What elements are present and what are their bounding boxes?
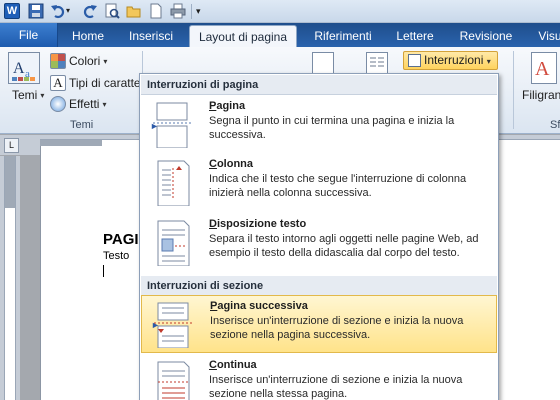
menu-item-description: Inserisce un'interruzione di sezione e i… [209,374,463,400]
svg-text:A: A [535,58,550,80]
watermark-button[interactable]: Filigran [522,88,560,102]
svg-text:A: A [13,60,25,77]
tab-visualizza[interactable]: Visu [530,25,560,47]
undo-icon[interactable] [50,3,66,19]
vertical-ruler[interactable] [0,156,20,400]
colors-button[interactable]: Colori ▾ [50,53,107,69]
tab-lettere[interactable]: Lettere [389,25,441,47]
tab-layout-di-pagina[interactable]: Layout di pagina [189,25,297,47]
menu-item-title: Pagina successiva [210,300,308,312]
menu-section-section-breaks: Interruzioni di sezione [141,276,497,296]
effects-icon [50,96,66,112]
text-wrapping-break-icon [157,220,190,266]
vertical-ruler-margin [5,156,15,208]
group-label-temi: Temi [70,119,94,131]
breaks-icon [408,54,421,67]
tab-home[interactable]: Home [62,25,114,47]
group-label-sfondo: Sf [550,119,560,131]
breaks-button[interactable]: Interruzioni ▾ [403,51,498,70]
colors-caret-icon: ▾ [103,56,108,66]
breaks-caret-icon: ▾ [486,57,491,66]
open-icon[interactable] [126,3,142,19]
tab-selector-icon[interactable]: L [4,138,19,153]
breaks-menu: Interruzioni di pagina ► Pagina Segna il… [139,73,499,400]
watermark-icon[interactable]: A [531,52,557,84]
menu-item-description: Separa il testo intorno agli oggetti nel… [209,233,479,259]
quick-access-toolbar: W ▾ ▾ [0,0,560,23]
menu-item-description: Inserisce un'interruzione di sezione e i… [210,315,464,341]
column-break-icon [157,160,190,206]
colors-label: Colori [69,54,101,68]
themes-button[interactable]: Temi ▾ [12,88,44,102]
themes-caret-icon: ▾ [40,90,45,100]
redo-icon[interactable] [82,3,98,19]
page-break-icon [153,102,191,148]
continuous-section-break-icon [157,361,190,400]
next-page-section-break-icon [154,302,192,348]
vertical-ruler-track [4,156,16,400]
menu-item-description: Indica che il testo che segue l'interruz… [209,173,467,199]
undo-dropdown-icon[interactable]: ▾ [66,3,74,19]
save-icon[interactable] [28,3,44,19]
group-separator [513,51,514,129]
effects-caret-icon: ▾ [102,99,107,109]
menu-section-page-breaks: Interruzioni di pagina [141,75,497,95]
print-icon[interactable] [170,3,186,19]
fonts-label: Tipi di caratte [69,76,141,90]
fonts-button[interactable]: A Tipi di caratte [50,75,141,91]
tab-inserisci[interactable]: Inserisci [120,25,182,47]
text-cursor [103,265,104,277]
breaks-label: Interruzioni [424,53,484,67]
menu-item-description: Segna il punto in cui termina una pagina… [209,115,455,141]
qat-separator [191,4,192,19]
fonts-icon: A [50,75,66,91]
new-icon[interactable] [148,3,164,19]
customize-qat-icon[interactable]: ▾ [196,3,206,19]
menu-item-title: Pagina [209,100,246,112]
print-preview-icon[interactable] [104,3,120,19]
colors-icon [50,53,66,69]
menu-item-disposizione-testo[interactable]: Disposizione testo Separa il testo intor… [141,214,497,276]
menu-item-colonna[interactable]: Colonna Indica che il testo che segue l'… [141,154,497,212]
watermark-label: Filigran [522,88,560,102]
ribbon-tabs: File Home Inserisci Layout di pagina Rif… [0,23,560,47]
menu-item-pagina-successiva[interactable]: ► Pagina successiva Inserisce un'interru… [141,295,497,353]
tab-revisione[interactable]: Revisione [450,25,522,47]
tab-riferimenti[interactable]: Riferimenti [303,25,383,47]
menu-item-title: Continua [209,359,257,371]
menu-item-pagina[interactable]: ► Pagina Segna il punto in cui termina u… [141,96,497,152]
effects-button[interactable]: Effetti ▾ [50,96,106,112]
effects-label: Effetti [69,97,100,111]
themes-label: Temi [12,88,38,102]
tab-file[interactable]: File [0,23,58,47]
menu-item-title: Colonna [209,158,254,170]
menu-item-title: Disposizione testo [209,218,307,230]
menu-item-continua[interactable]: Continua Inserisce un'interruzione di se… [141,355,497,400]
document-heading[interactable]: PAGI [103,231,139,248]
document-text[interactable]: Testo [103,250,129,262]
themes-icon[interactable]: Aa [8,52,40,84]
word-logo-icon: W [4,3,20,19]
